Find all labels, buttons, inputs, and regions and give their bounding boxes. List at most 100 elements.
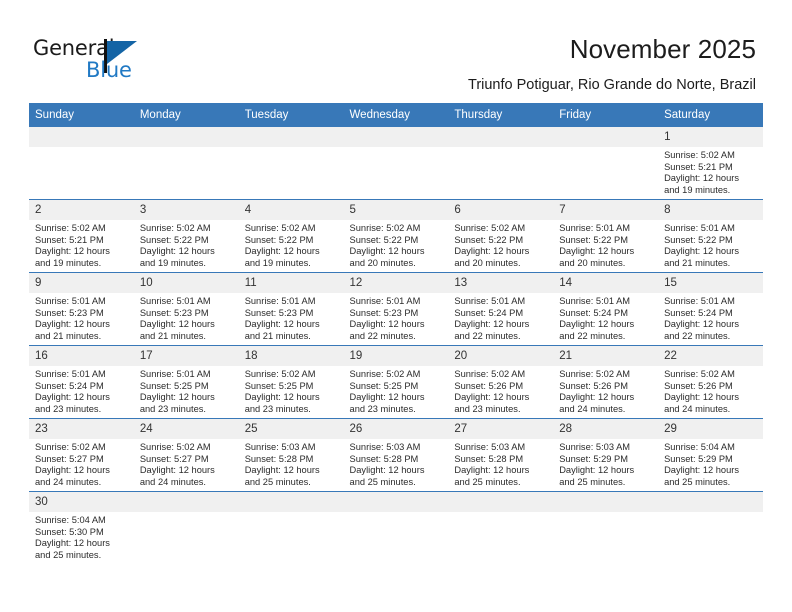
calendar-day-cell[interactable]: 6 Sunrise: 5:02 AM Sunset: 5:22 PM Daylight… xyxy=(448,199,554,273)
calendar-day-cell[interactable]: 20 Sunrise: 5:02 AM Sunset: 5:26 PM Dayligh… xyxy=(448,345,554,419)
weekday-header-sunday: Sunday xyxy=(29,103,134,127)
calendar-day-cell[interactable]: 8 Sunrise: 5:01 AM Sunset: 5:22 PM Daylight… xyxy=(658,199,763,273)
calendar-day-cell[interactable]: 26 Sunrise: 5:03 AM Sunset: 5:28 PM Dayligh… xyxy=(343,418,449,492)
weekday-header-thursday: Thursday xyxy=(448,103,554,127)
calendar-day-cell[interactable]: 22 Sunrise: 5:02 AM Sunset: 5:26 PM Dayligh… xyxy=(658,345,763,419)
calendar-cell-empty xyxy=(238,491,344,564)
calendar-day-cell[interactable]: 14 Sunrise: 5:01 AM Sunset: 5:24 PM Dayligh… xyxy=(553,272,659,346)
day-sun-info: Sunrise: 5:03 AM Sunset: 5:28 PM Daylight:… xyxy=(344,439,449,488)
calendar-day-cell[interactable]: 9 Sunrise: 5:01 AM Sunset: 5:23 PM Daylight… xyxy=(29,272,134,346)
day-number: 29 xyxy=(658,419,763,439)
calendar-header-row: Sunday Monday Tuesday Wednesday Thursday… xyxy=(29,103,763,127)
day-sunrise-text: Sunrise: 5:04 AM xyxy=(35,515,106,525)
page-title: November 2025 xyxy=(569,34,756,64)
day-number xyxy=(29,127,134,147)
day-number: 10 xyxy=(133,273,239,293)
day-number: 7 xyxy=(553,200,659,220)
day-daylight-line2-text: and 22 minutes. xyxy=(349,330,416,341)
day-sun-info: Sunrise: 5:02 AM Sunset: 5:25 PM Daylight:… xyxy=(344,366,449,415)
day-number: 27 xyxy=(448,419,554,439)
day-sunrise-text: Sunrise: 5:01 AM xyxy=(454,296,526,306)
calendar-day-cell[interactable]: 11 Sunrise: 5:01 AM Sunset: 5:23 PM Dayligh… xyxy=(238,272,344,346)
day-sunrise-text: Sunrise: 5:01 AM xyxy=(35,369,106,379)
day-sunrise-text: Sunrise: 5:01 AM xyxy=(559,296,631,306)
day-daylight-line1-text: Daylight: 12 hours xyxy=(559,246,635,257)
calendar-day-cell[interactable]: 1 Sunrise: 5:02 AM Sunset: 5:21 PM Daylight… xyxy=(658,127,763,200)
day-daylight-line2-text: and 22 minutes. xyxy=(664,330,731,341)
calendar-day-cell[interactable]: 17 Sunrise: 5:01 AM Sunset: 5:25 PM Dayligh… xyxy=(133,345,239,419)
day-sunrise-text: Sunrise: 5:01 AM xyxy=(35,296,106,306)
day-daylight-line2-text: and 19 minutes. xyxy=(664,184,731,195)
day-sunset-text: Sunset: 5:27 PM xyxy=(35,453,104,464)
calendar-day-cell[interactable]: 15 Sunrise: 5:01 AM Sunset: 5:24 PM Dayligh… xyxy=(658,272,763,346)
calendar-day-cell[interactable]: 16 Sunrise: 5:01 AM Sunset: 5:24 PM Dayligh… xyxy=(29,345,134,419)
day-number: 30 xyxy=(29,492,134,512)
calendar-week-row: 1 Sunrise: 5:02 AM Sunset: 5:21 PM Daylight… xyxy=(29,127,763,200)
calendar-day-cell[interactable]: 13 Sunrise: 5:01 AM Sunset: 5:24 PM Dayligh… xyxy=(448,272,554,346)
day-sun-info: Sunrise: 5:01 AM Sunset: 5:24 PM Daylight:… xyxy=(29,366,134,415)
day-daylight-line2-text: and 20 minutes. xyxy=(559,257,626,268)
calendar-day-cell[interactable]: 24 Sunrise: 5:02 AM Sunset: 5:27 PM Dayligh… xyxy=(133,418,239,492)
day-daylight-line1-text: Daylight: 12 hours xyxy=(139,465,215,476)
day-sunrise-text: Sunrise: 5:01 AM xyxy=(244,296,316,306)
day-sunset-text: Sunset: 5:22 PM xyxy=(139,234,209,245)
day-number: 26 xyxy=(343,419,449,439)
day-sun-info: Sunrise: 5:01 AM Sunset: 5:24 PM Daylight:… xyxy=(658,293,763,342)
day-sunrise-text: Sunrise: 5:02 AM xyxy=(559,369,631,379)
day-number xyxy=(343,127,449,147)
day-sun-info: Sunrise: 5:02 AM Sunset: 5:26 PM Daylight:… xyxy=(553,366,658,415)
calendar-week-row: 9 Sunrise: 5:01 AM Sunset: 5:23 PM Daylight… xyxy=(29,272,763,346)
day-number: 12 xyxy=(343,273,449,293)
day-sunset-text: Sunset: 5:22 PM xyxy=(454,234,524,245)
day-number: 25 xyxy=(238,419,344,439)
day-daylight-line2-text: and 25 minutes. xyxy=(454,476,521,487)
day-daylight-line1-text: Daylight: 12 hours xyxy=(349,319,425,330)
day-sun-info: Sunrise: 5:01 AM Sunset: 5:23 PM Daylight:… xyxy=(134,293,239,342)
calendar-day-cell[interactable]: 18 Sunrise: 5:02 AM Sunset: 5:25 PM Dayligh… xyxy=(238,345,344,419)
calendar-day-cell[interactable]: 19 Sunrise: 5:02 AM Sunset: 5:25 PM Dayligh… xyxy=(343,345,449,419)
day-daylight-line2-text: and 20 minutes. xyxy=(454,257,521,268)
day-daylight-line1-text: Daylight: 12 hours xyxy=(559,465,635,476)
day-number xyxy=(133,127,239,147)
calendar-day-cell[interactable]: 28 Sunrise: 5:03 AM Sunset: 5:29 PM Dayligh… xyxy=(553,418,659,492)
calendar-day-cell[interactable]: 30 Sunrise: 5:04 AM Sunset: 5:30 PM Dayligh… xyxy=(29,491,134,564)
day-sunset-text: Sunset: 5:28 PM xyxy=(349,453,419,464)
calendar-day-cell[interactable]: 23 Sunrise: 5:02 AM Sunset: 5:27 PM Dayligh… xyxy=(29,418,134,492)
day-daylight-line1-text: Daylight: 12 hours xyxy=(244,246,320,257)
general-blue-logo[interactable]: General Blue xyxy=(33,36,213,88)
day-daylight-line1-text: Daylight: 12 hours xyxy=(664,465,739,476)
calendar-day-cell[interactable]: 27 Sunrise: 5:03 AM Sunset: 5:28 PM Dayligh… xyxy=(448,418,554,492)
day-sun-info: Sunrise: 5:01 AM Sunset: 5:22 PM Daylight:… xyxy=(658,220,763,269)
calendar-day-cell[interactable]: 4 Sunrise: 5:02 AM Sunset: 5:22 PM Daylight… xyxy=(238,199,344,273)
day-daylight-line2-text: and 21 minutes. xyxy=(139,330,206,341)
day-number: 16 xyxy=(29,346,134,366)
day-daylight-line2-text: and 23 minutes. xyxy=(35,403,102,414)
calendar-day-cell[interactable]: 7 Sunrise: 5:01 AM Sunset: 5:22 PM Daylight… xyxy=(553,199,659,273)
calendar-day-cell[interactable]: 29 Sunrise: 5:04 AM Sunset: 5:29 PM Dayligh… xyxy=(658,418,763,492)
day-sun-info: Sunrise: 5:02 AM Sunset: 5:22 PM Daylight:… xyxy=(134,220,239,269)
calendar-day-cell[interactable]: 3 Sunrise: 5:02 AM Sunset: 5:22 PM Daylight… xyxy=(133,199,239,273)
calendar-day-cell[interactable]: 12 Sunrise: 5:01 AM Sunset: 5:23 PM Dayligh… xyxy=(343,272,449,346)
day-sun-info: Sunrise: 5:02 AM Sunset: 5:21 PM Daylight:… xyxy=(29,220,134,269)
day-number: 21 xyxy=(553,346,659,366)
day-sunrise-text: Sunrise: 5:04 AM xyxy=(664,442,735,452)
day-number xyxy=(448,492,554,512)
day-sunset-text: Sunset: 5:23 PM xyxy=(349,307,419,318)
day-sunrise-text: Sunrise: 5:02 AM xyxy=(664,369,735,379)
day-number: 9 xyxy=(29,273,134,293)
calendar-day-cell[interactable]: 10 Sunrise: 5:01 AM Sunset: 5:23 PM Dayligh… xyxy=(133,272,239,346)
day-number: 5 xyxy=(343,200,449,220)
day-daylight-line1-text: Daylight: 12 hours xyxy=(244,392,320,403)
calendar-day-cell[interactable]: 5 Sunrise: 5:02 AM Sunset: 5:22 PM Daylight… xyxy=(343,199,449,273)
day-daylight-line2-text: and 21 minutes. xyxy=(35,330,102,341)
day-sun-info: Sunrise: 5:01 AM Sunset: 5:23 PM Daylight:… xyxy=(29,293,134,342)
day-sun-info: Sunrise: 5:03 AM Sunset: 5:28 PM Daylight:… xyxy=(239,439,344,488)
calendar-day-cell[interactable]: 21 Sunrise: 5:02 AM Sunset: 5:26 PM Dayligh… xyxy=(553,345,659,419)
day-number: 3 xyxy=(133,200,239,220)
day-number: 1 xyxy=(658,127,763,147)
day-sunrise-text: Sunrise: 5:02 AM xyxy=(454,223,526,233)
calendar-day-cell[interactable]: 25 Sunrise: 5:03 AM Sunset: 5:28 PM Dayligh… xyxy=(238,418,344,492)
day-daylight-line2-text: and 23 minutes. xyxy=(454,403,521,414)
day-daylight-line2-text: and 24 minutes. xyxy=(139,476,206,487)
calendar-day-cell[interactable]: 2 Sunrise: 5:02 AM Sunset: 5:21 PM Daylight… xyxy=(29,199,134,273)
